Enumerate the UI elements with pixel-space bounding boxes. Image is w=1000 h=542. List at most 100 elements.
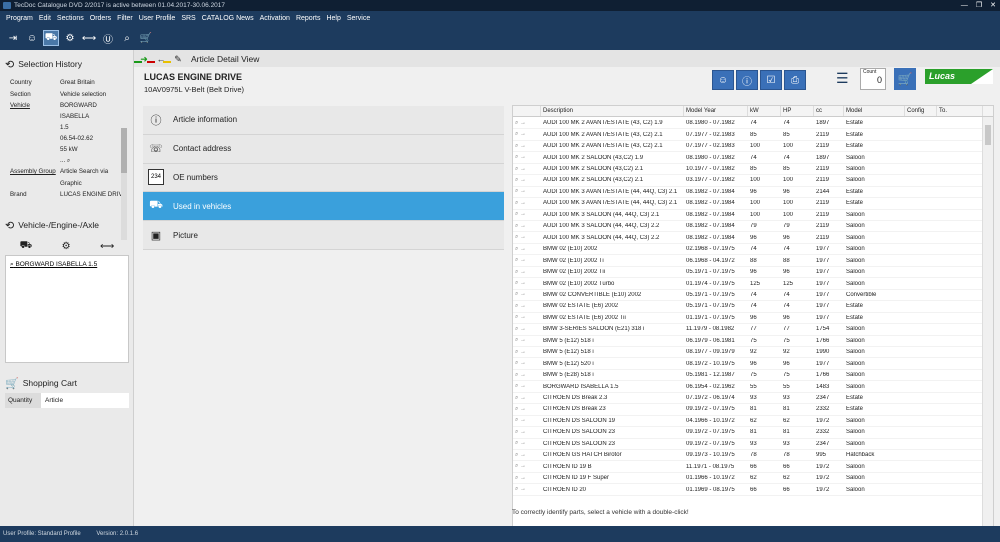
table-row[interactable]: ⌕ → BMW 5 (E12) 520 i 08.1972 - 10.1975 96 9…	[513, 358, 983, 370]
arrow-icon[interactable]: →	[518, 360, 526, 366]
table-row[interactable]: ⌕ → BMW 02 (E10) 2002 Turbo 01.1974 - 07.1…	[513, 278, 983, 290]
col-hp[interactable]: HP	[781, 106, 814, 116]
table-row[interactable]: ⌕ → AUDI 100 MK 2 AVANT/ESTATE (43, C2) 2…	[513, 141, 983, 153]
tab-article-information[interactable]: ⓘ Article information	[143, 106, 504, 135]
user-icon[interactable]: ☺	[24, 30, 40, 46]
arrow-icon[interactable]: →	[518, 463, 526, 469]
table-row[interactable]: ⌕ → AUDI 100 MK 3 AVANT/ESTATE (44, 44Q, …	[513, 187, 983, 199]
table-row[interactable]: ⌕ → AUDI 100 MK 2 SALOON (43,C2) 2.1 10.19…	[513, 164, 983, 176]
arrow-icon[interactable]: →	[518, 291, 526, 297]
arrow-icon[interactable]: →	[518, 406, 526, 412]
back-icon[interactable]: ←	[154, 52, 168, 66]
table-row[interactable]: ⌕ → BMW 02 (E10) 2002 Ti 06.1968 - 04.1972…	[513, 255, 983, 267]
pin-icon[interactable]: ✎	[171, 52, 185, 66]
arrow-icon[interactable]: →	[518, 280, 526, 286]
history-scrollbar[interactable]	[121, 128, 127, 240]
table-row[interactable]: ⌕ → CITROËN DS SALOON 23 09.1972 - 07.1975…	[513, 427, 983, 439]
table-row[interactable]: ⌕ → BORGWARD ISABELLA 1.5 06.1954 - 02.196…	[513, 381, 983, 393]
info-doc-icon[interactable]: ⓘ	[736, 70, 758, 90]
table-row[interactable]: ⌕ → AUDI 100 MK 2 AVANT/ESTATE (43, C2) 2…	[513, 129, 983, 141]
table-scrollbar[interactable]	[982, 117, 993, 542]
table-row[interactable]: ⌕ → AUDI 100 MK 2 SALOON (43,C2) 2.1 03.19…	[513, 175, 983, 187]
vehicle-search-icon[interactable]: ⛟	[43, 30, 59, 46]
table-row[interactable]: ⌕ → CITROËN DS SALOON 23 09.1972 - 07.1975…	[513, 439, 983, 451]
arrow-icon[interactable]: →	[518, 429, 526, 435]
table-row[interactable]: ⌕ → AUDI 100 MK 3 AVANT/ESTATE (44, 44Q, …	[513, 198, 983, 210]
arrow-icon[interactable]: →	[518, 131, 526, 137]
col-model[interactable]: Model	[844, 106, 905, 116]
forward-icon[interactable]: ➜	[137, 52, 151, 66]
arrow-icon[interactable]: →	[518, 200, 526, 206]
menu-service[interactable]: Service	[344, 15, 373, 22]
tab-contact-address[interactable]: ☏ Contact address	[143, 134, 504, 164]
arrow-icon[interactable]: →	[518, 383, 526, 389]
table-row[interactable]: ⌕ → CITROËN ID 20 01.1969 - 08.1975 66 66 197…	[513, 484, 983, 496]
menu-user-profile[interactable]: User Profile	[136, 15, 179, 22]
checklist-icon[interactable]: ☑	[760, 70, 782, 90]
partner-icon[interactable]: ☺	[712, 70, 734, 90]
count-field[interactable]: Count 0	[860, 68, 886, 90]
minimize-button[interactable]: —	[961, 0, 968, 11]
engine-icon[interactable]: ⚙	[62, 30, 78, 46]
table-row[interactable]: ⌕ → AUDI 100 MK 2 AVANT/ESTATE (43, C2) 1…	[513, 118, 983, 130]
table-row[interactable]: ⌕ → AUDI 100 MK 3 SALOON (44, 44Q, C3) 2.…	[513, 233, 983, 244]
cart-icon[interactable]: 🛒	[138, 30, 154, 46]
col-model-year[interactable]: Model Year	[684, 106, 748, 116]
col-to[interactable]: To.	[937, 106, 983, 116]
table-row[interactable]: ⌕ → CITROËN GS HATCH Birotor 09.1973 - 10.…	[513, 450, 983, 462]
magnifier-icon[interactable]: ⌕	[67, 157, 70, 164]
arrow-icon[interactable]: →	[518, 326, 526, 332]
table-row[interactable]: ⌕ → BMW 5 (E12) 518 i 08.1977 - 09.1979 92 9…	[513, 347, 983, 359]
arrow-icon[interactable]: →	[518, 234, 526, 240]
menu-activation[interactable]: Activation	[257, 15, 293, 22]
menu-reports[interactable]: Reports	[293, 15, 324, 22]
table-row[interactable]: ⌕ → BMW 02 (E10) 2002 02.1968 - 07.1975 74 7…	[513, 244, 983, 256]
arrow-icon[interactable]: →	[518, 303, 526, 309]
arrow-icon[interactable]: →	[518, 143, 526, 149]
menu-program[interactable]: Program	[3, 15, 36, 22]
menu-srs[interactable]: SRS	[178, 15, 198, 22]
table-row[interactable]: ⌕ → AUDI 100 MK 3 SALOON (44, 44Q, C3) 2.…	[513, 221, 983, 233]
menu-edit[interactable]: Edit	[36, 15, 54, 22]
table-row[interactable]: ⌕ → BMW 02 ESTATE (E6) 2002 05.1971 - 07.1…	[513, 301, 983, 313]
table-row[interactable]: ⌕ → CITROËN DS SALOON 19 04.1966 - 10.1972…	[513, 416, 983, 428]
menu-filter[interactable]: Filter	[114, 15, 136, 22]
arrow-icon[interactable]: →	[518, 475, 526, 481]
arrow-icon[interactable]: →	[518, 314, 526, 320]
arrow-icon[interactable]: →	[518, 440, 526, 446]
arrow-icon[interactable]: →	[518, 486, 526, 492]
table-row[interactable]: ⌕ → BMW 5 (E12) 518 i 06.1979 - 06.1981 75 7…	[513, 336, 983, 347]
table-row[interactable]: ⌕ → CITROËN DS Break 2.3 07.1972 - 06.1974…	[513, 393, 983, 405]
list-icon[interactable]: ☰	[836, 70, 856, 90]
arrow-icon[interactable]: →	[518, 154, 526, 160]
table-row[interactable]: ⌕ → BMW 02 CONVERTIBLE (E10) 2002 05.1971 …	[513, 290, 983, 302]
add-to-cart-button[interactable]: 🛒	[894, 68, 916, 90]
table-row[interactable]: ⌕ → BMW 5 (E28) 518 i 05.1981 - 12.1987 75 7…	[513, 370, 983, 382]
arrow-icon[interactable]: →	[518, 337, 526, 343]
table-row[interactable]: ⌕ → AUDI 100 MK 3 SALOON (44, 44Q, C3) 2.…	[513, 210, 983, 222]
arrow-icon[interactable]: →	[518, 257, 526, 263]
table-row[interactable]: ⌕ → BMW 02 ESTATE (E6) 2002 Tii 01.1971 - …	[513, 313, 983, 325]
arrow-icon[interactable]: →	[518, 211, 526, 217]
arrow-icon[interactable]: →	[518, 246, 526, 252]
search-icon[interactable]: ⌕	[119, 30, 135, 46]
arrow-icon[interactable]: →	[518, 395, 526, 401]
arrow-icon[interactable]: →	[518, 372, 526, 378]
tab-used-in-vehicles[interactable]: ⛟ Used in vehicles	[143, 192, 504, 222]
car-icon[interactable]: ⛟	[20, 240, 33, 253]
arrow-icon[interactable]: →	[518, 188, 526, 194]
tab-picture[interactable]: ▣ Picture	[143, 221, 504, 250]
brand-icon[interactable]: Ⓤ	[100, 30, 116, 46]
arrow-icon[interactable]: →	[518, 349, 526, 355]
axle-icon[interactable]: ⟷	[100, 241, 114, 252]
assembly-group-label[interactable]: Assembly Group	[10, 168, 56, 175]
axle-icon[interactable]: ⟷	[81, 30, 97, 46]
col-config[interactable]: Config	[905, 106, 937, 116]
col-cc[interactable]: cc	[814, 106, 844, 116]
arrow-icon[interactable]: →	[518, 269, 526, 275]
menu-sections[interactable]: Sections	[54, 15, 87, 22]
arrow-icon[interactable]: →	[518, 120, 526, 126]
col-description[interactable]: Description	[541, 106, 684, 116]
arrow-icon[interactable]: →	[518, 177, 526, 183]
table-row[interactable]: ⌕ → CITROËN ID 19 B 11.1971 - 08.1975 66 66 1…	[513, 462, 983, 473]
